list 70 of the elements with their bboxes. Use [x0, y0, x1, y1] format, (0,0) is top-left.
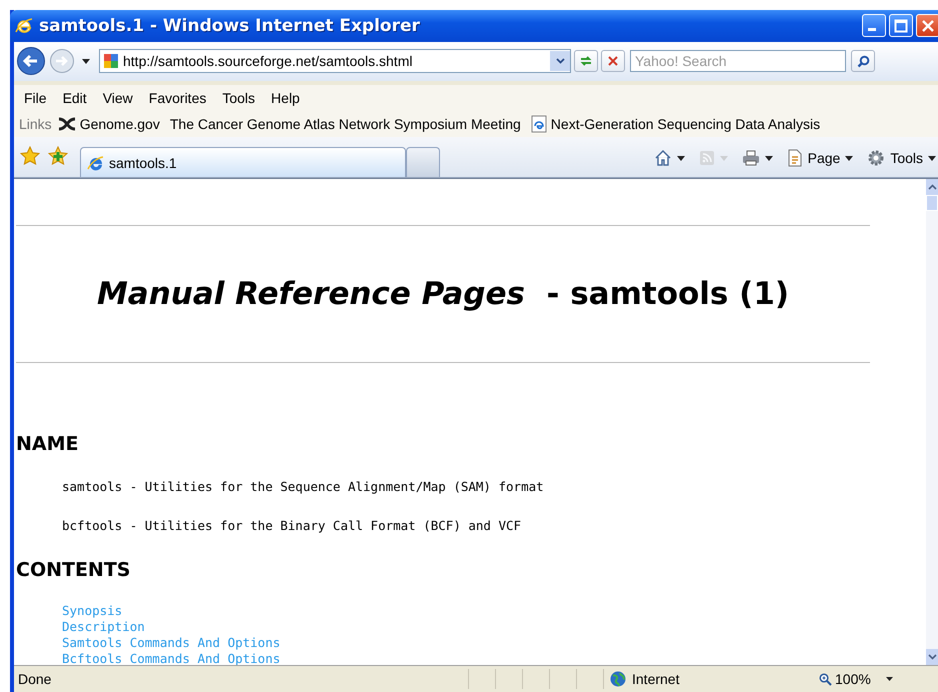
- star-icon[interactable]: [20, 146, 40, 166]
- refresh-button[interactable]: [574, 50, 598, 72]
- menu-item[interactable]: Help: [271, 90, 308, 106]
- feed-icon: [698, 150, 715, 166]
- print-button[interactable]: [742, 150, 773, 166]
- status-text: Done: [17, 671, 52, 688]
- favorites-link[interactable]: The Cancer Genome Atlas Network Symposium Meeting: [170, 116, 521, 132]
- refresh-icon: [579, 54, 593, 68]
- back-button[interactable]: [16, 46, 46, 76]
- menu-item[interactable]: Tools: [222, 90, 264, 106]
- section-heading: NAME: [16, 432, 80, 456]
- web-page-icon: [530, 114, 547, 133]
- tools-button[interactable]: Tools: [867, 149, 936, 168]
- maximize-icon: [894, 18, 908, 33]
- menu-item[interactable]: Favorites: [148, 90, 214, 106]
- page-title: Manual Reference Pages - samtools (1): [96, 275, 790, 314]
- caret-icon: [676, 156, 685, 161]
- search-button[interactable]: [851, 50, 875, 72]
- site-favicon-icon: [103, 53, 119, 70]
- command-label: Tools: [890, 150, 923, 166]
- section-heading: CONTENTS: [16, 558, 132, 582]
- stop-button[interactable]: [601, 50, 625, 72]
- vertical-scrollbar[interactable]: [926, 179, 938, 666]
- minimize-icon: [868, 28, 876, 32]
- helix-icon: [58, 116, 76, 131]
- zoom-level-button[interactable]: 100%: [815, 671, 893, 688]
- favorites-link[interactable]: Next-Generation Sequencing Data Analysis: [550, 116, 820, 132]
- chevron-down-icon: [556, 58, 564, 64]
- caret-icon: [720, 156, 728, 161]
- caret-icon: [928, 156, 936, 161]
- close-button[interactable]: [916, 14, 938, 38]
- tab-label: samtools.1: [109, 154, 177, 171]
- favorites-link[interactable]: Genome.gov: [80, 116, 160, 132]
- add-star-icon[interactable]: [48, 146, 68, 166]
- address-dropdown-button[interactable]: [550, 51, 570, 72]
- description-line: samtools - Utilities for the Sequence Alignment/Map (SAM) format: [62, 479, 545, 496]
- maximize-button[interactable]: [889, 14, 913, 38]
- home-icon: [654, 149, 672, 168]
- chevron-up-icon: [928, 184, 936, 190]
- globe-icon: [610, 671, 626, 688]
- scrollbar-thumb[interactable]: [926, 195, 938, 212]
- search-field[interactable]: Yahoo! Search: [630, 50, 846, 72]
- browser-tab[interactable]: samtools.1: [80, 147, 406, 178]
- caret-icon: [845, 156, 854, 161]
- gear-icon: [867, 149, 886, 168]
- printer-icon: [742, 150, 760, 166]
- browser-logo-icon: [87, 154, 105, 172]
- links-label: Links: [19, 116, 52, 132]
- security-zone-label: Internet: [632, 671, 680, 688]
- dropdown-caret-icon[interactable]: [82, 58, 90, 64]
- browser-logo-icon: [14, 16, 34, 36]
- zoom-level: 100%: [835, 671, 871, 688]
- address-field[interactable]: http://samtools.sourceforge.net/samtools.shtml: [99, 49, 571, 74]
- window-title: samtools.1 - Windows Internet Explorer: [39, 16, 420, 36]
- close-icon: [921, 18, 935, 33]
- document-icon: [786, 149, 803, 168]
- caret-icon: [886, 677, 893, 682]
- description-line: bcftools - Utilities for the Binary Call Format (BCF) and VCF: [62, 518, 522, 534]
- minimize-button[interactable]: [862, 14, 886, 38]
- chevron-down-icon: [928, 654, 936, 660]
- menu-item[interactable]: View: [102, 90, 141, 106]
- stop-icon: [607, 55, 619, 68]
- search-icon: [856, 54, 870, 68]
- home-button[interactable]: [654, 149, 685, 168]
- menu-item[interactable]: File: [24, 90, 55, 106]
- command-label: Page: [808, 150, 840, 166]
- page-button[interactable]: Page: [786, 149, 854, 168]
- zoom-icon: [819, 672, 832, 686]
- caret-icon: [764, 156, 773, 161]
- menu-item[interactable]: Edit: [62, 90, 95, 106]
